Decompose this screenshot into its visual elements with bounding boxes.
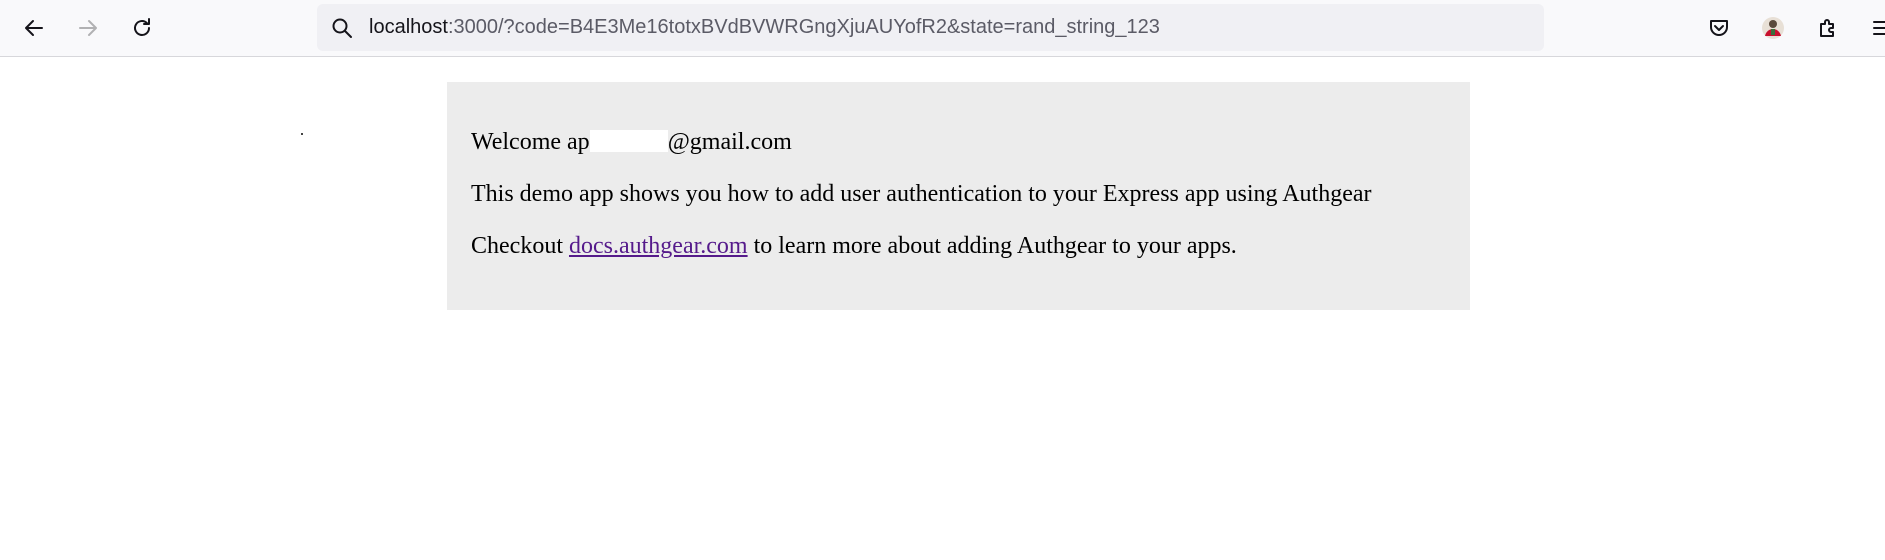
checkout-suffix: to learn more about adding Authgear to y… bbox=[747, 233, 1237, 259]
checkout-prefix: Checkout bbox=[471, 233, 569, 259]
welcome-prefix: Welcome ap bbox=[471, 129, 590, 155]
browser-toolbar: localhost:3000/?code=B4E3Me16totxBVdBVWR… bbox=[0, 0, 1885, 57]
welcome-line: Welcome ap @gmail.com bbox=[471, 128, 1446, 156]
url-text[interactable]: localhost:3000/?code=B4E3Me16totxBVdBVWR… bbox=[369, 16, 1160, 39]
url-path: :3000/?code=B4E3Me16totxBVdBVWRGngXjuAUY… bbox=[447, 16, 1160, 38]
url-host: localhost bbox=[369, 16, 448, 38]
pocket-icon bbox=[1710, 20, 1728, 36]
welcome-card: Welcome ap @gmail.com This demo app shows… bbox=[447, 82, 1470, 310]
hamburger-menu-icon bbox=[1873, 21, 1885, 35]
search-icon bbox=[329, 15, 355, 41]
docs-link[interactable]: docs.authgear.com bbox=[569, 233, 748, 259]
stray-dot bbox=[301, 133, 303, 135]
arrow-left-icon bbox=[25, 20, 43, 36]
forward-button[interactable] bbox=[70, 10, 106, 46]
reload-button[interactable] bbox=[124, 10, 160, 46]
address-bar[interactable]: localhost:3000/?code=B4E3Me16totxBVdBVWR… bbox=[317, 4, 1544, 51]
puzzle-icon bbox=[1820, 19, 1834, 37]
account-button[interactable] bbox=[1755, 10, 1791, 46]
description-text: This demo app shows you how to add user … bbox=[471, 181, 1372, 207]
avatar-icon bbox=[1762, 17, 1784, 39]
pocket-button[interactable] bbox=[1701, 10, 1737, 46]
extensions-button[interactable] bbox=[1810, 10, 1846, 46]
app-menu-button[interactable] bbox=[1864, 10, 1885, 46]
reload-icon bbox=[134, 18, 150, 36]
back-button[interactable] bbox=[16, 10, 52, 46]
arrow-right-icon bbox=[79, 20, 97, 36]
welcome-email-domain: @gmail.com bbox=[667, 129, 792, 155]
redaction-block bbox=[589, 130, 668, 152]
checkout-line: Checkout docs.authgear.com to learn more… bbox=[471, 232, 1446, 260]
